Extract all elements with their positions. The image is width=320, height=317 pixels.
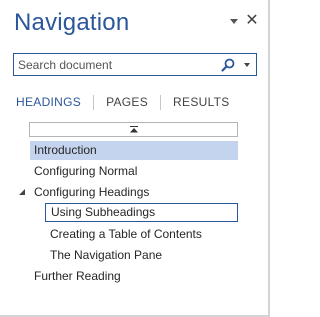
heading-item-creating-toc[interactable]: Creating a Table of Contents — [45, 225, 238, 244]
tab-divider — [93, 94, 95, 110]
heading-item-further-reading[interactable]: Further Reading — [30, 267, 238, 286]
dropdown-arrow-icon — [244, 63, 250, 67]
pane-options-button[interactable] — [228, 15, 240, 27]
pane-title: Navigation — [14, 9, 130, 36]
collapse-up-icon — [129, 126, 138, 133]
search-options-button[interactable] — [240, 57, 254, 73]
chevron-down-icon — [230, 18, 238, 24]
tab-headings[interactable]: HEADINGS — [16, 95, 81, 109]
close-button[interactable]: ✕ — [245, 12, 259, 28]
heading-item-introduction[interactable]: Introduction — [30, 141, 238, 160]
collapse-all-button[interactable] — [29, 122, 238, 137]
heading-item-configuring-headings[interactable]: Configuring Headings — [30, 183, 238, 202]
tab-divider — [160, 94, 162, 110]
tab-results[interactable]: RESULTS — [173, 95, 230, 109]
close-icon: ✕ — [245, 10, 259, 29]
search-icon[interactable] — [220, 57, 236, 73]
heading-item-configuring-normal[interactable]: Configuring Normal — [30, 162, 238, 181]
tab-pages[interactable]: PAGES — [106, 95, 148, 109]
heading-item-navigation-pane[interactable]: The Navigation Pane — [45, 246, 238, 265]
search-box — [13, 53, 257, 76]
heading-item-using-subheadings[interactable]: Using Subheadings — [45, 203, 238, 222]
view-tabs: HEADINGS PAGES RESULTS — [16, 94, 230, 110]
expanded-triangle-icon[interactable] — [18, 188, 26, 196]
search-input[interactable] — [14, 54, 214, 75]
navigation-pane: Navigation ✕ HEADINGS PAGES RESULTS Intr… — [0, 0, 270, 317]
